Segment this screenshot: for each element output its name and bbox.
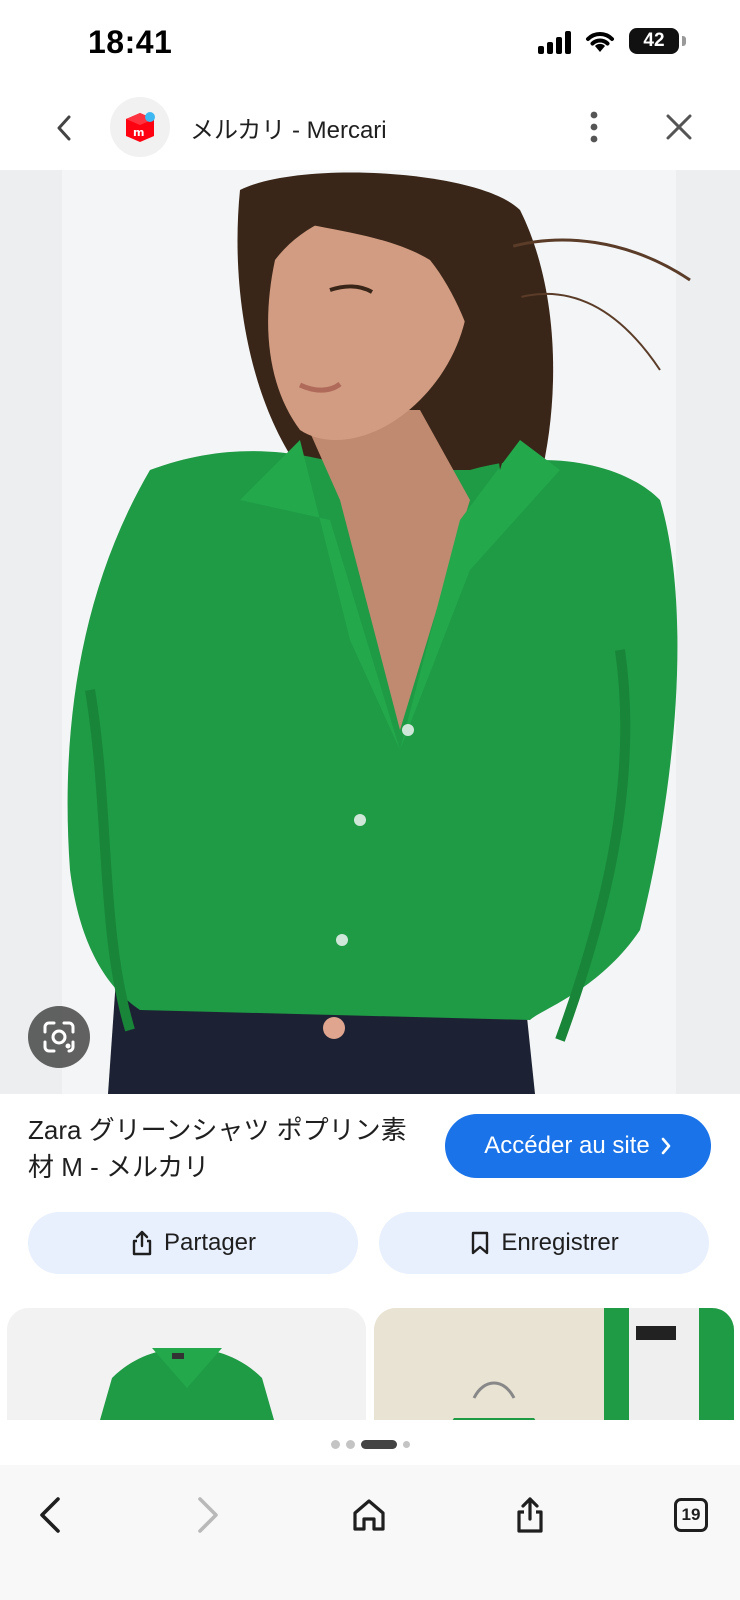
chevron-right-icon xyxy=(661,1137,671,1155)
wifi-icon xyxy=(586,32,614,52)
tab-count: 19 xyxy=(674,1498,708,1532)
mercari-logo-icon: m xyxy=(126,112,155,142)
status-bar: 18:41 42 xyxy=(0,0,740,88)
related-images xyxy=(0,1308,740,1420)
pager-dot[interactable] xyxy=(345,1439,355,1449)
related-photo xyxy=(374,1308,734,1420)
site-logo: m xyxy=(110,97,170,157)
related-photo xyxy=(7,1308,366,1420)
share-button[interactable]: Partager xyxy=(28,1212,358,1274)
more-vertical-icon xyxy=(590,111,598,143)
visit-site-button[interactable]: Accéder au site xyxy=(445,1114,711,1178)
svg-text:m: m xyxy=(133,126,144,139)
action-row: Partager Enregistrer xyxy=(0,1212,740,1276)
save-button[interactable]: Enregistrer xyxy=(379,1212,709,1274)
browser-back-button[interactable] xyxy=(22,1487,78,1543)
save-label: Enregistrer xyxy=(501,1229,619,1256)
battery-tip xyxy=(682,36,686,46)
related-image[interactable] xyxy=(7,1308,366,1420)
tabs-button[interactable]: 19 xyxy=(663,1487,719,1543)
battery-level: 42 xyxy=(643,30,665,51)
signal-icon xyxy=(538,28,571,54)
pager-dot[interactable] xyxy=(402,1440,410,1448)
product-photo xyxy=(0,170,740,1094)
product-title[interactable]: Zara グリーンシャツ ポプリン素材 M - メルカリ xyxy=(28,1112,423,1186)
home-button[interactable] xyxy=(341,1487,397,1543)
bookmark-icon xyxy=(472,1231,489,1255)
lens-search-button[interactable] xyxy=(28,1006,90,1068)
close-icon xyxy=(666,114,692,140)
battery-icon: 42 xyxy=(629,28,679,54)
status-time: 18:41 xyxy=(88,24,173,60)
pager-dot-active[interactable] xyxy=(360,1439,397,1449)
more-options-button[interactable] xyxy=(576,106,612,148)
back-button[interactable] xyxy=(44,108,84,148)
viewer-header: m メルカリ - Mercari xyxy=(0,88,740,170)
site-title[interactable]: メルカリ - Mercari xyxy=(190,110,387,145)
result-info: Zara グリーンシャツ ポプリン素材 M - メルカリ Accéder au … xyxy=(0,1094,740,1204)
share-icon xyxy=(517,1497,543,1533)
pager-dot[interactable] xyxy=(330,1439,340,1449)
chevron-left-icon xyxy=(57,115,71,141)
related-image[interactable] xyxy=(374,1308,734,1420)
browser-share-button[interactable] xyxy=(502,1487,558,1543)
arrow-back-icon xyxy=(40,1497,60,1533)
close-button[interactable] xyxy=(658,106,700,148)
share-icon xyxy=(132,1230,152,1256)
pager-dots xyxy=(0,1438,740,1450)
browser-toolbar: 19 xyxy=(0,1465,740,1600)
share-label: Partager xyxy=(163,1229,257,1256)
status-icons: 42 xyxy=(538,28,686,54)
google-lens-icon xyxy=(43,1021,75,1053)
home-icon xyxy=(353,1499,385,1531)
visit-site-label: Accéder au site xyxy=(484,1132,650,1159)
product-image[interactable] xyxy=(0,170,740,1094)
browser-forward-button[interactable] xyxy=(180,1487,236,1543)
arrow-forward-icon xyxy=(198,1497,218,1533)
